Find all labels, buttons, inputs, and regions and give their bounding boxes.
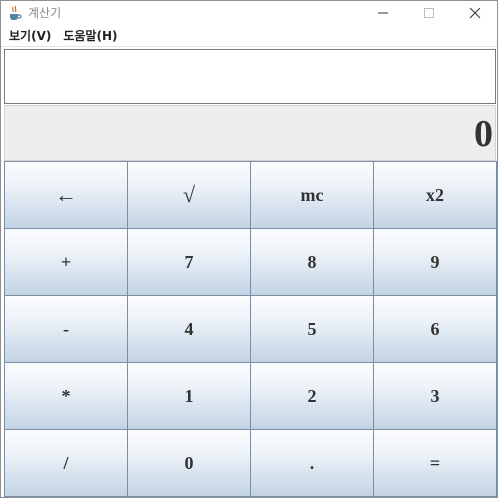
digit-9-button[interactable]: 9 xyxy=(373,228,497,296)
digit-3-button[interactable]: 3 xyxy=(373,362,497,430)
backspace-button[interactable]: ← xyxy=(4,161,128,229)
divide-button[interactable]: / xyxy=(4,429,128,497)
minimize-button[interactable] xyxy=(360,1,406,25)
decimal-point-button[interactable]: . xyxy=(250,429,374,497)
plus-button[interactable]: + xyxy=(4,228,128,296)
close-icon xyxy=(469,4,481,23)
digit-7-button[interactable]: 7 xyxy=(127,228,251,296)
multiply-button[interactable]: * xyxy=(4,362,128,430)
square-button[interactable]: x2 xyxy=(373,161,497,229)
digit-1-button[interactable]: 1 xyxy=(127,362,251,430)
java-cup-icon xyxy=(7,5,23,21)
menu-view[interactable]: 보기(V) xyxy=(1,25,57,47)
result-display: 0 xyxy=(4,105,496,161)
calculator-window: 계산기 보기(V) 도움말(H) 0 ← √ mc x2 + 7 8 9 - 4… xyxy=(0,0,498,498)
menu-help[interactable]: 도움말(H) xyxy=(57,25,123,47)
close-button[interactable] xyxy=(452,1,498,25)
digit-4-button[interactable]: 4 xyxy=(127,295,251,363)
minimize-icon xyxy=(377,4,389,23)
result-value: 0 xyxy=(474,113,493,155)
expression-input[interactable] xyxy=(4,49,496,104)
digit-6-button[interactable]: 6 xyxy=(373,295,497,363)
keypad: ← √ mc x2 + 7 8 9 - 4 5 6 * 1 2 3 / 0 . … xyxy=(4,161,497,497)
window-title: 계산기 xyxy=(28,6,62,20)
memory-clear-button[interactable]: mc xyxy=(250,161,374,229)
maximize-icon xyxy=(423,4,435,23)
sqrt-button[interactable]: √ xyxy=(127,161,251,229)
menu-bar: 보기(V) 도움말(H) xyxy=(1,25,497,47)
digit-2-button[interactable]: 2 xyxy=(250,362,374,430)
digit-5-button[interactable]: 5 xyxy=(250,295,374,363)
digit-8-button[interactable]: 8 xyxy=(250,228,374,296)
digit-0-button[interactable]: 0 xyxy=(127,429,251,497)
minus-button[interactable]: - xyxy=(4,295,128,363)
equals-button[interactable]: = xyxy=(373,429,497,497)
title-bar[interactable]: 계산기 xyxy=(1,1,497,25)
maximize-button[interactable] xyxy=(406,1,452,25)
